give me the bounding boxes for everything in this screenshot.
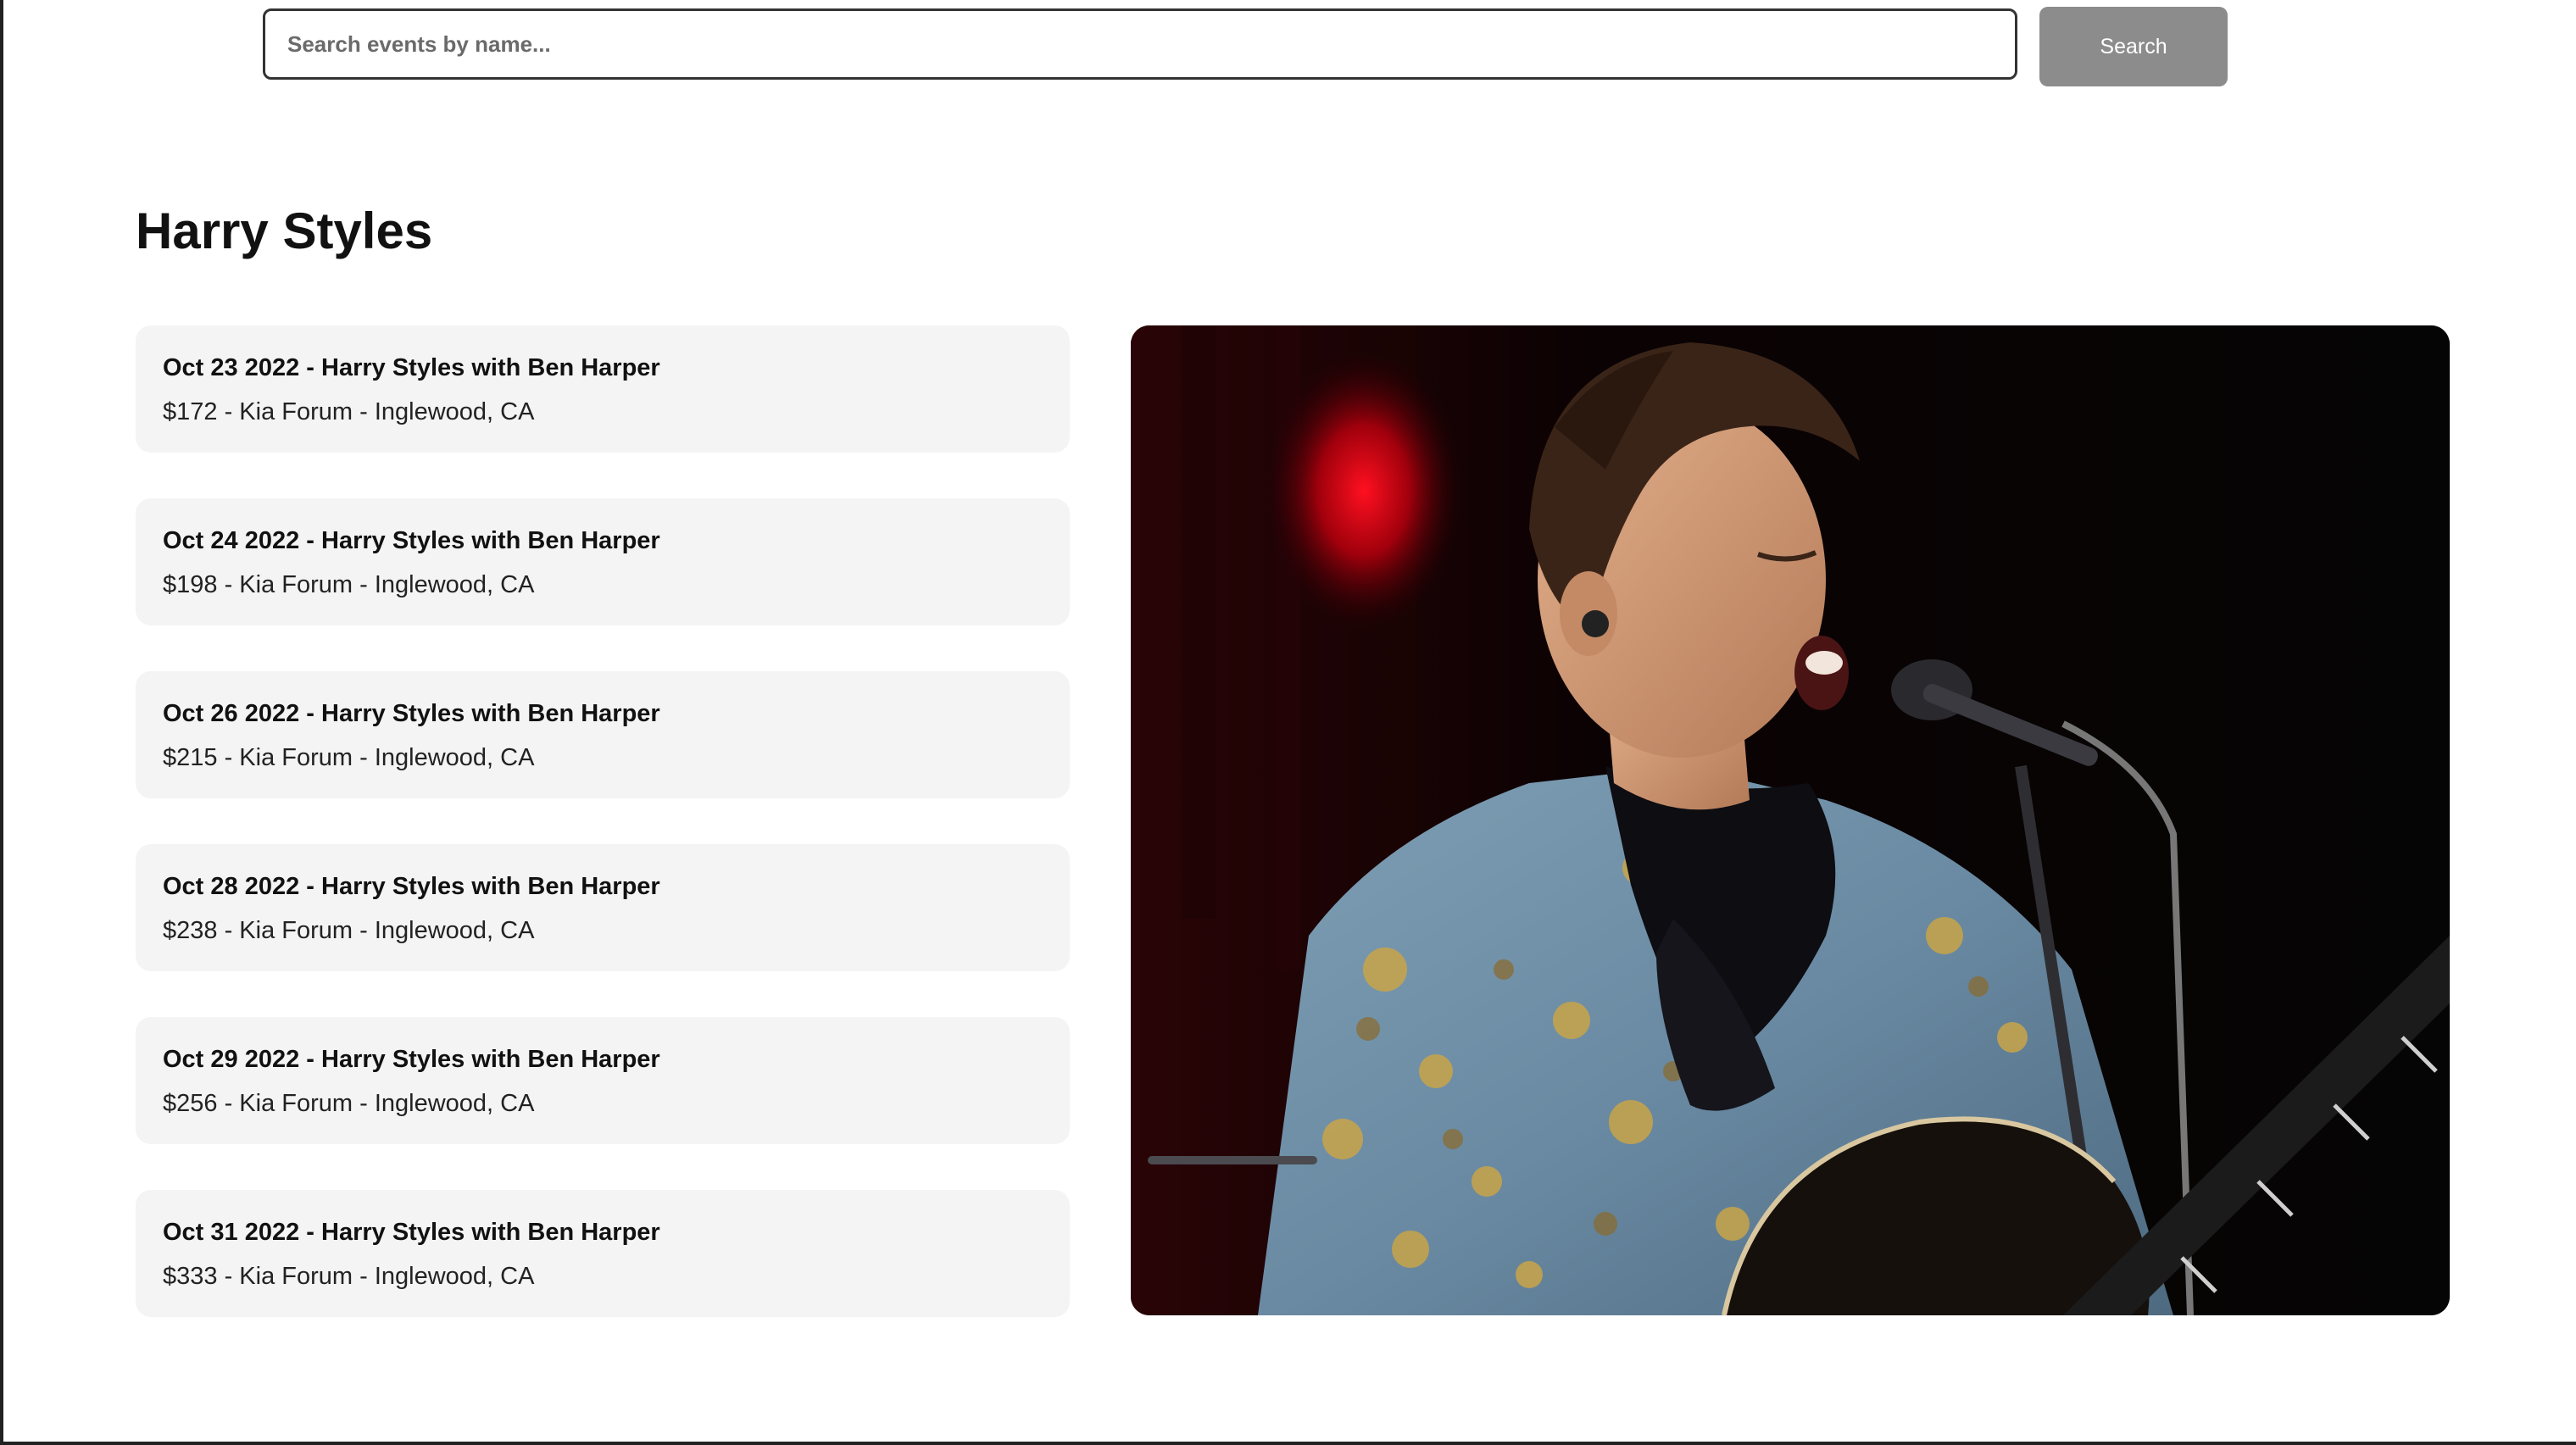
event-title: Oct 31 2022 - Harry Styles with Ben Harp… [163, 1219, 660, 1246]
event-list: Oct 23 2022 - Harry Styles with Ben Harp… [136, 325, 1070, 1363]
event-details: $256 - Kia Forum - Inglewood, CA [163, 1090, 535, 1117]
page-title: Harry Styles [136, 203, 433, 259]
event-details: $172 - Kia Forum - Inglewood, CA [163, 398, 535, 425]
event-title: Oct 24 2022 - Harry Styles with Ben Harp… [163, 527, 660, 554]
event-title: Oct 28 2022 - Harry Styles with Ben Harp… [163, 873, 660, 900]
event-details: $238 - Kia Forum - Inglewood, CA [163, 917, 535, 944]
event-card[interactable]: Oct 26 2022 - Harry Styles with Ben Harp… [136, 671, 1070, 798]
event-details: $333 - Kia Forum - Inglewood, CA [163, 1263, 535, 1290]
event-title: Oct 23 2022 - Harry Styles with Ben Harp… [163, 354, 660, 381]
artist-photo [1131, 325, 2450, 1315]
event-card[interactable]: Oct 24 2022 - Harry Styles with Ben Harp… [136, 498, 1070, 625]
search-input[interactable] [263, 8, 2017, 80]
event-details: $215 - Kia Forum - Inglewood, CA [163, 744, 535, 771]
search-bar: Search [263, 7, 2229, 86]
artist-photo-illustration [1131, 325, 2450, 1315]
event-details: $198 - Kia Forum - Inglewood, CA [163, 571, 535, 598]
search-button[interactable]: Search [2039, 7, 2228, 86]
event-card[interactable]: Oct 28 2022 - Harry Styles with Ben Harp… [136, 844, 1070, 971]
event-title: Oct 29 2022 - Harry Styles with Ben Harp… [163, 1046, 660, 1073]
page: Search Harry Styles Oct 23 2022 - Harry … [0, 0, 2576, 1445]
event-card[interactable]: Oct 31 2022 - Harry Styles with Ben Harp… [136, 1190, 1070, 1317]
event-title: Oct 26 2022 - Harry Styles with Ben Harp… [163, 700, 660, 727]
event-card[interactable]: Oct 29 2022 - Harry Styles with Ben Harp… [136, 1017, 1070, 1144]
event-card[interactable]: Oct 23 2022 - Harry Styles with Ben Harp… [136, 325, 1070, 453]
